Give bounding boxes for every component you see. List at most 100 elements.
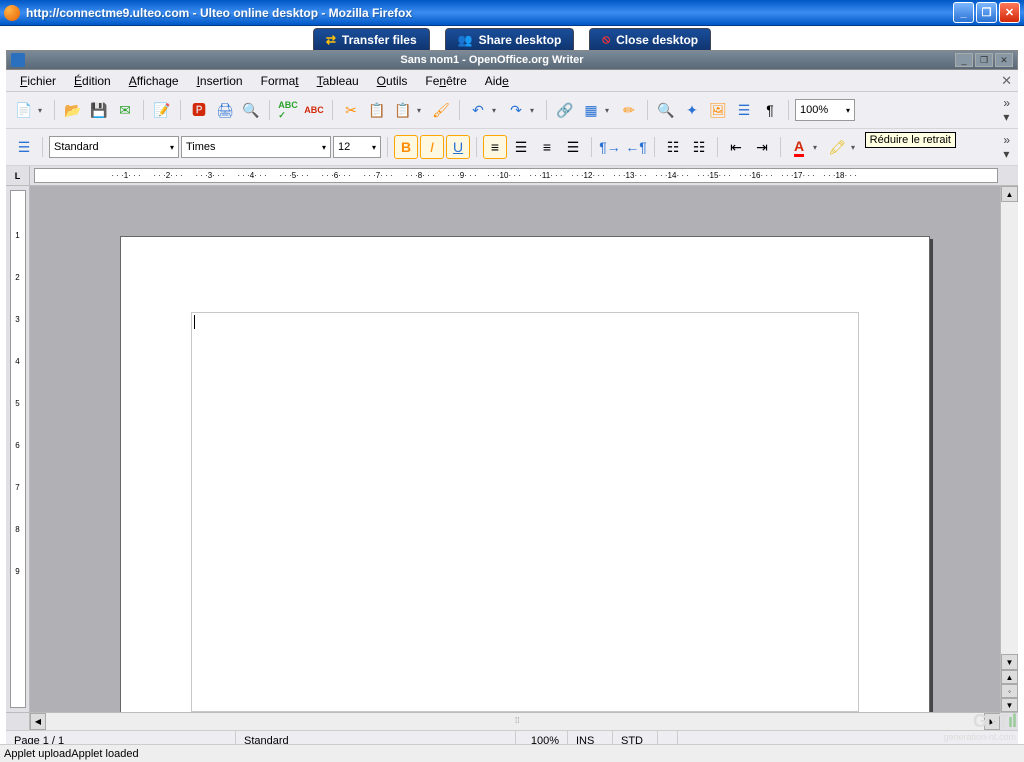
watermark-sub: generation-nt.com [943, 732, 1016, 742]
redo-icon[interactable]: ↷ [504, 98, 528, 122]
text-margin [191, 312, 859, 712]
undo-dropdown[interactable]: ▾ [492, 106, 502, 115]
decrease-indent-icon[interactable]: ⇤ [724, 135, 748, 159]
email-icon[interactable]: ✉ [113, 98, 137, 122]
menu-affichage[interactable]: Affichage [121, 72, 187, 90]
scroll-left-button[interactable]: ◀ [30, 713, 46, 730]
nonprinting-icon[interactable]: ¶ [758, 98, 782, 122]
align-left-icon[interactable]: ≡ [483, 135, 507, 159]
find-icon[interactable]: 🔍 [654, 98, 678, 122]
document-viewport[interactable] [30, 186, 1000, 712]
align-right-icon[interactable]: ≡ [535, 135, 559, 159]
page[interactable] [120, 236, 930, 712]
open-icon[interactable]: 📂 [61, 98, 85, 122]
watermark: GNTıl generation-nt.com [943, 711, 1016, 742]
font-name-combo[interactable]: Times▾ [181, 136, 331, 158]
pdf-export-icon[interactable]: 🅿 [187, 98, 211, 122]
edit-file-icon[interactable]: 📝 [150, 98, 174, 122]
autospell-icon[interactable]: ABC [302, 98, 326, 122]
oo-close-button[interactable]: ✕ [995, 53, 1013, 67]
menu-fichier[interactable]: Fichier [12, 72, 64, 90]
italic-icon[interactable]: I [420, 135, 444, 159]
font-size-combo[interactable]: 12▾ [333, 136, 381, 158]
table-icon[interactable]: ▦ [579, 98, 603, 122]
menu-outils[interactable]: Outils [369, 72, 416, 90]
highlight-icon[interactable]: 🖍 [825, 135, 849, 159]
justify-icon[interactable]: ☰ [561, 135, 585, 159]
vertical-ruler[interactable]: 123456789 [10, 190, 26, 708]
rtl-icon[interactable]: ←¶ [624, 135, 648, 159]
maximize-button[interactable]: ❐ [976, 2, 997, 23]
tab-label: Transfer files [342, 33, 417, 47]
nav-select-button[interactable]: ◦ [1001, 684, 1018, 698]
paste-icon[interactable]: 📋 [391, 98, 415, 122]
paragraph-style-combo[interactable]: Standard▾ [49, 136, 179, 158]
gallery-icon[interactable]: 🖼 [706, 98, 730, 122]
zoom-value: 100% [800, 104, 828, 116]
show-draw-icon[interactable]: ✏ [617, 98, 641, 122]
align-center-icon[interactable]: ☰ [509, 135, 533, 159]
spellcheck-icon[interactable]: ABC✓ [276, 98, 300, 122]
menu-tableau[interactable]: Tableau [309, 72, 367, 90]
underline-icon[interactable]: U [446, 135, 470, 159]
copy-icon[interactable]: 📋 [365, 98, 389, 122]
navigator-icon[interactable]: ✦ [680, 98, 704, 122]
ltr-icon[interactable]: ¶→ [598, 135, 622, 159]
menu-edition[interactable]: Édition [66, 72, 119, 90]
oo-maximize-button[interactable]: ❐ [975, 53, 993, 67]
share-desktop-tab[interactable]: 👥Share desktop [445, 28, 575, 50]
increase-indent-icon[interactable]: ⇥ [750, 135, 774, 159]
menu-format[interactable]: Format [253, 72, 307, 90]
prev-page-button[interactable]: ▲ [1001, 670, 1018, 684]
tab-label: Close desktop [616, 33, 698, 47]
vertical-scrollbar[interactable]: ▲ ▼ ▲ ◦ ▼ [1000, 186, 1018, 712]
transfer-files-tab[interactable]: ⇄ Transfer files [313, 28, 430, 50]
data-sources-icon[interactable]: ☰ [732, 98, 756, 122]
oo-minimize-button[interactable]: _ [955, 53, 973, 67]
new-document-icon[interactable]: 📄 [12, 98, 36, 122]
ruler-row: L · · ·1· · ·· · ·2· · ·· · ·3· · ·· · ·… [6, 166, 1018, 186]
font-color-dropdown[interactable]: ▾ [813, 143, 823, 152]
bold-icon[interactable]: B [394, 135, 418, 159]
toolbar-overflow-icon[interactable]: »▾ [999, 96, 1012, 124]
writer-app-icon [11, 53, 25, 67]
close-button[interactable]: ✕ [999, 2, 1020, 23]
menu-aide[interactable]: Aide [477, 72, 517, 90]
undo-icon[interactable]: ↶ [466, 98, 490, 122]
font-color-icon[interactable]: A [787, 135, 811, 159]
next-page-button[interactable]: ▼ [1001, 698, 1018, 712]
redo-dropdown[interactable]: ▾ [530, 106, 540, 115]
scroll-up-button[interactable]: ▲ [1001, 186, 1018, 202]
styles-window-icon[interactable]: ☰ [12, 135, 36, 159]
zoom-combo[interactable]: 100%▾ [795, 99, 855, 121]
table-dropdown[interactable]: ▾ [605, 106, 615, 115]
hscroll-track[interactable]: ⁞⁞ [46, 713, 984, 730]
document-close-button[interactable]: ✕ [1001, 73, 1012, 89]
vertical-ruler-gutter: 123456789 [6, 186, 30, 712]
horizontal-ruler[interactable]: · · ·1· · ·· · ·2· · ·· · ·3· · ·· · ·4·… [34, 168, 998, 183]
watermark-brand: GNT [973, 711, 1008, 731]
format-paintbrush-icon[interactable]: 🖌 [429, 98, 453, 122]
paste-dropdown[interactable]: ▾ [417, 106, 427, 115]
hyperlink-icon[interactable]: 🔗 [553, 98, 577, 122]
print-icon[interactable]: 🖨 [213, 98, 237, 122]
transfer-icon: ⇄ [326, 33, 336, 47]
save-icon[interactable]: 💾 [87, 98, 111, 122]
print-preview-icon[interactable]: 🔍 [239, 98, 263, 122]
ruler-corner: L [6, 166, 30, 185]
toolbar-overflow-icon[interactable]: »▾ [999, 133, 1012, 161]
menu-fenetre[interactable]: Fenêtre [417, 72, 474, 90]
numbered-list-icon[interactable]: ☷ [661, 135, 685, 159]
horizontal-scrollbar[interactable]: ◀ ⁞⁞ ▶ [6, 712, 1018, 730]
scroll-down-button[interactable]: ▼ [1001, 654, 1018, 670]
highlight-dropdown[interactable]: ▾ [851, 143, 861, 152]
size-value: 12 [338, 141, 350, 153]
minimize-button[interactable]: _ [953, 2, 974, 23]
new-dropdown[interactable]: ▾ [38, 106, 48, 115]
bullet-list-icon[interactable]: ☷ [687, 135, 711, 159]
cut-icon[interactable]: ✂ [339, 98, 363, 122]
menu-insertion[interactable]: Insertion [189, 72, 251, 90]
font-value: Times [186, 141, 216, 153]
scroll-track[interactable] [1001, 202, 1018, 654]
close-desktop-tab[interactable]: ⦸Close desktop [589, 28, 711, 50]
